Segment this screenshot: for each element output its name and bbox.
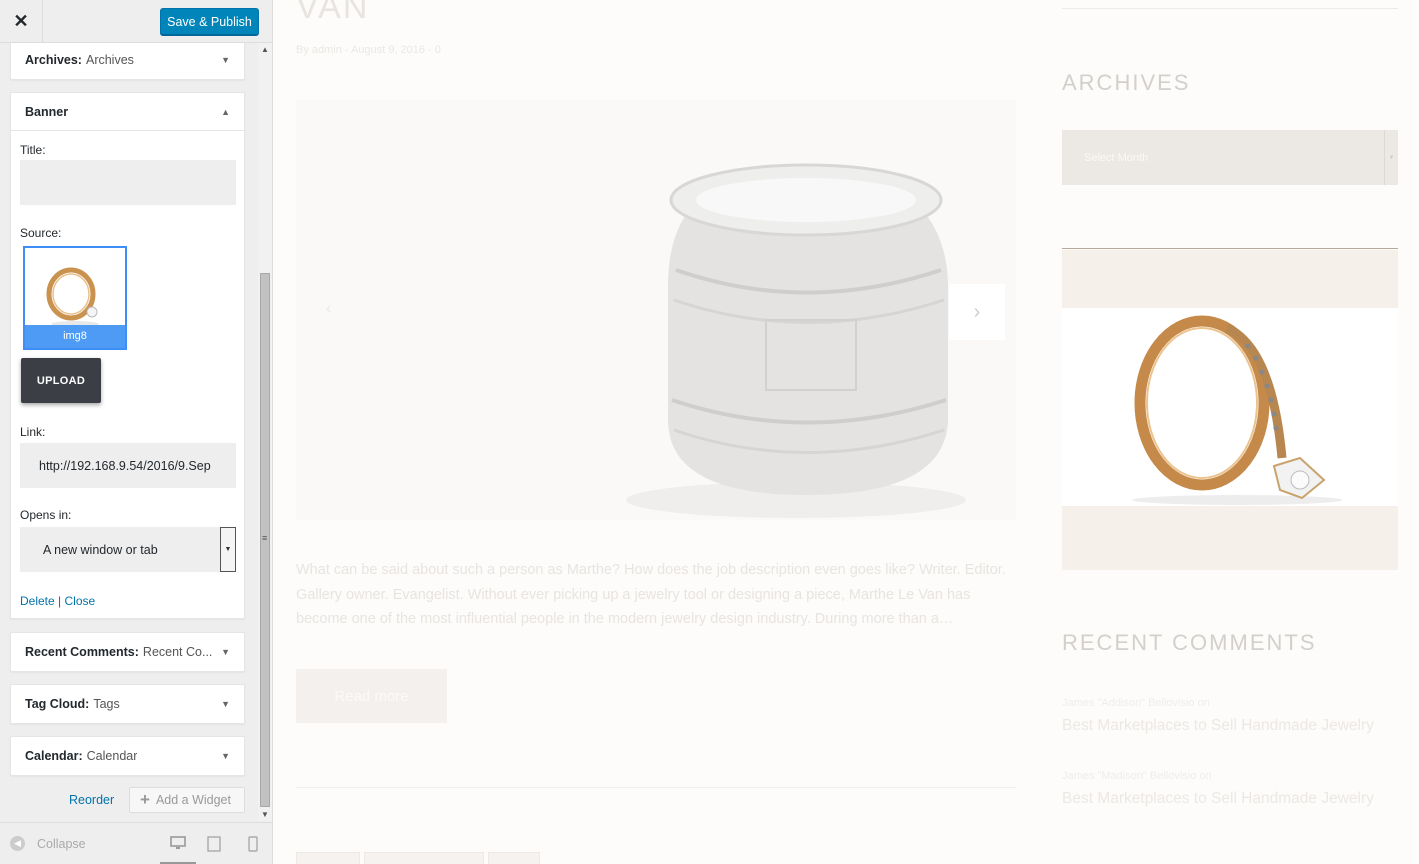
widget-recent-comments[interactable]: Recent Comments: Recent Co... ▼ [10,632,245,672]
image-caption: img8 [25,325,125,348]
title-input[interactable] [20,160,236,205]
comment-author: James "Madison" Bellovisio on [1062,770,1212,782]
widget-archives-header[interactable]: Archives: Archives ▼ [11,43,244,79]
customizer-header: ✕ Save & Publish [0,0,272,43]
customizer-footer: ◀ Collapse [0,822,272,864]
widget-list: Archives: Archives ▼ Banner ▲ Title: Sou… [0,43,258,821]
reorder-link[interactable]: Reorder [69,793,114,807]
grip-icon: ≡ [262,533,268,543]
widget-banner-header[interactable]: Banner ▲ [11,93,244,131]
widget-name: Banner [25,104,69,119]
widget-archives[interactable]: Archives: Archives ▼ [10,43,245,80]
opens-in-value: A new window or tab [43,542,158,557]
widget-name: Calendar: [25,749,83,763]
chevron-up-icon[interactable]: ▲ [221,107,230,117]
separator: | [58,594,62,608]
ring-banner-image [1062,308,1398,506]
comment-post-link[interactable]: Best Marketplaces to Sell Handmade Jewel… [1062,717,1374,735]
chevron-down-icon[interactable]: ▼ [221,55,230,65]
widget-recent-comments-header[interactable]: Recent Comments: Recent Co... ▼ [11,633,244,671]
chevron-down-icon[interactable]: ▼ [221,647,230,657]
scrollbar-thumb[interactable]: ≡ [260,273,270,807]
collapse-label: Collapse [37,836,86,851]
title-label: Title: [20,143,46,157]
bracelet-image [296,100,1016,520]
widget-name: Tag Cloud: [25,697,90,711]
collapse-button[interactable]: ◀ Collapse [10,836,86,851]
widget-tag-cloud-header[interactable]: Tag Cloud: Tags ▼ [11,685,244,723]
slider-prev-icon[interactable]: ‹ [326,300,331,318]
widget-title: Recent Co... [142,645,213,659]
recent-comments-heading: RECENT COMMENTS [1062,630,1317,655]
dropdown-arrow-icon[interactable]: ▼ [220,527,236,572]
plus-icon: + [140,790,150,809]
divider [296,787,1016,788]
divider [1062,8,1398,9]
comment-author: James "Addison" Bellovisio on [1062,697,1210,709]
link-label: Link: [20,425,46,439]
comment-post-link[interactable]: Best Marketplaces to Sell Handmade Jewel… [1062,790,1374,808]
scroll-up-icon[interactable]: ▲ [261,45,269,54]
read-more-button[interactable]: Read more [296,669,447,723]
panel-scrollbar[interactable]: ▲ ≡ ▼ [258,43,272,821]
chevron-down-icon[interactable]: ▼ [221,751,230,761]
site-preview: VAN By admin - August 9, 2016 - 0 ‹ › Wh… [273,0,1419,864]
archives-month-select[interactable]: Select Month ▼ [1062,130,1398,185]
widget-title: Tags [93,697,120,711]
upload-button[interactable]: UPLOAD [21,358,101,403]
link-input[interactable] [20,443,236,488]
customizer-panel: ✕ Save & Publish Archives: Archives ▼ Ba… [0,0,273,864]
source-label: Source: [20,226,62,240]
widget-calendar-header[interactable]: Calendar: Calendar ▼ [11,737,244,775]
close-link[interactable]: Close [65,594,96,608]
add-widget-label: Add a Widget [155,793,231,807]
mobile-preview-icon[interactable] [248,836,258,855]
post-title[interactable]: VAN [296,0,369,27]
widget-title: Calendar [86,749,138,763]
dropdown-arrow-icon: ▼ [1384,130,1398,185]
post-tag[interactable] [364,852,484,864]
post-meta: By admin - August 9, 2016 - 0 [296,44,441,56]
tablet-preview-icon[interactable] [207,836,221,855]
post-tag[interactable] [296,852,360,864]
collapse-arrow-icon: ◀ [10,836,25,851]
add-widget-button[interactable]: + Add a Widget [129,787,245,813]
widget-actions: Delete | Close [20,594,95,608]
source-image-thumbnail[interactable]: img8 [23,246,127,350]
post-excerpt: What can be said about such a person as … [296,562,1006,627]
delete-link[interactable]: Delete [20,594,55,608]
widget-title: Archives [85,53,134,67]
banner-widget [1062,250,1398,570]
divider [1062,248,1398,249]
widget-tag-cloud[interactable]: Tag Cloud: Tags ▼ [10,684,245,724]
chevron-down-icon[interactable]: ▼ [221,699,230,709]
banner-image[interactable] [1062,308,1398,506]
scroll-down-icon[interactable]: ▼ [261,810,269,819]
post-tag[interactable] [488,852,540,864]
opens-in-label: Opens in: [20,508,72,522]
select-month-value: Select Month [1084,151,1149,164]
save-publish-button[interactable]: Save & Publish [160,8,259,35]
widget-name: Archives: [25,53,82,67]
widget-banner: Banner ▲ Title: Source: img8 UPLOAD Link… [10,92,245,619]
desktop-preview-icon[interactable] [160,836,196,864]
opens-in-select[interactable]: A new window or tab ▼ [20,527,236,572]
widget-calendar[interactable]: Calendar: Calendar ▼ [10,736,245,776]
widget-name: Recent Comments: [25,645,139,659]
archives-heading: ARCHIVES [1062,70,1191,95]
slider-next-icon[interactable]: › [949,284,1005,340]
close-icon[interactable]: ✕ [0,0,43,43]
post-image-slider [296,100,1016,520]
